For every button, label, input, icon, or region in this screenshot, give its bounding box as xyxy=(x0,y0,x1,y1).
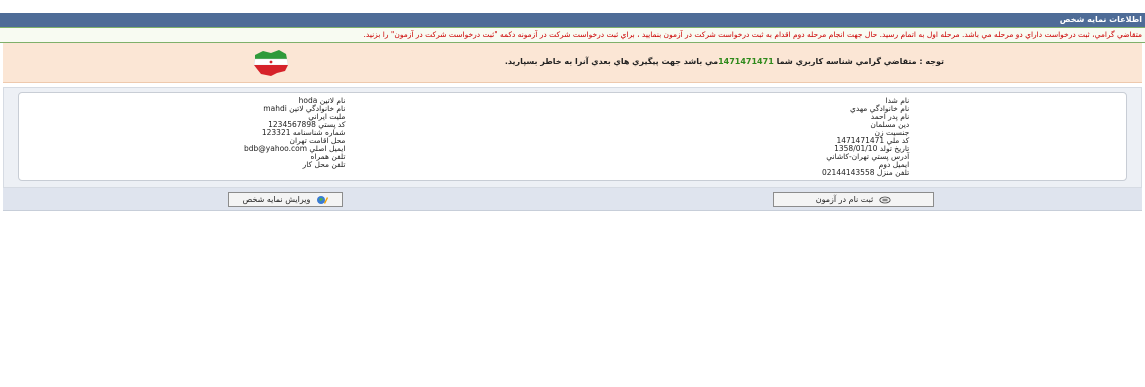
exam-register-button[interactable]: ثبت نام در آزمون xyxy=(773,192,934,207)
edit-profile-label: ويرايش نمايه شخص xyxy=(242,195,311,204)
instruction-notice: متقاضي گرامي، ثبت درخواست داراي دو مرحله… xyxy=(0,27,1145,43)
info-home-phone: تلفن منزل 02144143558 xyxy=(822,168,910,177)
action-bar: ويرايش نمايه شخص ثبت نام در آزمون xyxy=(3,188,1142,211)
alert-prefix: توجه : متقاضي گرامي شناسه كاربري شما xyxy=(776,57,944,66)
page-title: اطلاعات نمایه شخص xyxy=(0,13,1145,27)
register-form-icon xyxy=(879,195,891,205)
edit-profile-button[interactable]: ويرايش نمايه شخص xyxy=(228,192,343,207)
user-id-code: 1471471471 xyxy=(718,57,774,66)
user-id-message: توجه : متقاضي گرامي شناسه كاربري شما 147… xyxy=(505,57,944,66)
edit-globe-icon xyxy=(316,195,329,205)
info-work-phone: تلفن محل كار xyxy=(302,160,346,169)
user-id-alert: توجه : متقاضي گرامي شناسه كاربري شما 147… xyxy=(3,43,1142,83)
iran-map-logo xyxy=(253,50,289,76)
latin-info-column: نام لاتين hoda نام خانوادگي لاتين mahdi … xyxy=(244,97,345,169)
personal-info-column: نام شدا نام خانوادگي مهدي نام پدر احمد د… xyxy=(822,97,909,177)
exam-register-label: ثبت نام در آزمون xyxy=(815,195,874,204)
alert-suffix: مي باشد جهت پيگيري هاي بعدي آنرا به خاطر… xyxy=(504,57,719,66)
profile-page: اطلاعات نمایه شخص متقاضي گرامي، ثبت درخو… xyxy=(0,0,1145,387)
profile-info-box: نام شدا نام خانوادگي مهدي نام پدر احمد د… xyxy=(18,92,1127,181)
profile-panel: نام شدا نام خانوادگي مهدي نام پدر احمد د… xyxy=(3,87,1142,188)
